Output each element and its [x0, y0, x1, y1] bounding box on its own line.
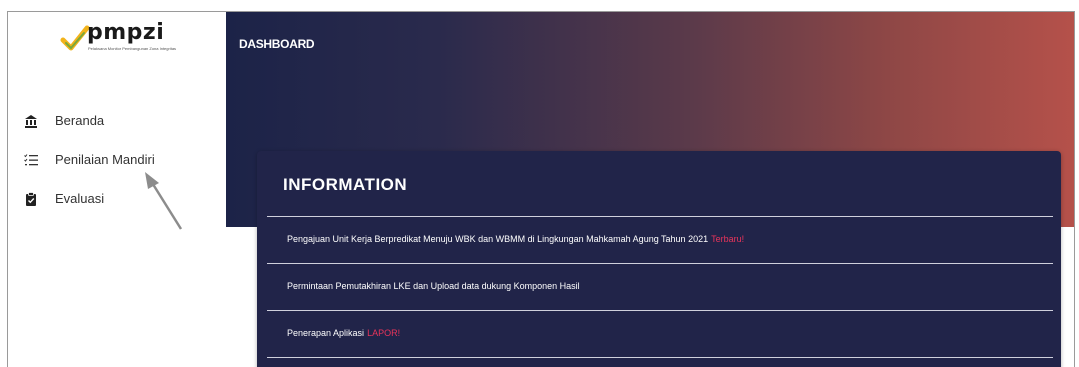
- sidebar-item-penilaian-mandiri[interactable]: Penilaian Mandiri: [8, 148, 226, 172]
- logo-subtitle: Pelaksana Monitor Pembangunan Zona Integ…: [88, 46, 177, 51]
- main-content: DASHBOARD INFORMATION Pengajuan Unit Ker…: [226, 12, 1074, 367]
- lapor-tag: LAPOR!: [367, 328, 401, 338]
- information-item[interactable]: Pengajuan Unit Kerja Berpredikat Menuju …: [267, 217, 1053, 263]
- information-item[interactable]: Penerapan Aplikasi LAPOR!: [267, 311, 1053, 357]
- clipboard-icon: [26, 192, 36, 206]
- sidebar: pmpzi Pelaksana Monitor Pembangunan Zona…: [8, 12, 226, 367]
- logo-text: pmpzi: [87, 20, 165, 45]
- sidebar-item-beranda[interactable]: Beranda: [8, 109, 226, 133]
- information-item-content: Permintaan Pemutakhiran LKE dan Upload d…: [287, 281, 580, 291]
- information-item-text: Permintaan Pemutakhiran LKE dan Upload d…: [287, 281, 580, 291]
- information-item-text: Penerapan Aplikasi: [287, 328, 365, 338]
- logo[interactable]: pmpzi Pelaksana Monitor Pembangunan Zona…: [60, 20, 180, 54]
- sidebar-item-evaluasi[interactable]: Evaluasi: [8, 187, 226, 211]
- sidebar-item-label: Evaluasi: [55, 191, 105, 206]
- information-card: INFORMATION Pengajuan Unit Kerja Berpred…: [257, 151, 1061, 367]
- information-title: INFORMATION: [283, 175, 408, 194]
- divider: [267, 357, 1053, 358]
- logo-check-icon: [60, 25, 90, 51]
- information-item-content: Pengajuan Unit Kerja Berpredikat Menuju …: [287, 234, 744, 244]
- information-item-content: Penerapan Aplikasi LAPOR!: [287, 328, 400, 338]
- new-badge: Terbaru!: [711, 234, 745, 244]
- bank-icon: [25, 115, 37, 128]
- page-title: DASHBOARD: [239, 37, 315, 51]
- sidebar-item-label: Beranda: [55, 113, 105, 128]
- checklist-icon: [24, 154, 38, 166]
- information-item[interactable]: Permintaan Pemutakhiran LKE dan Upload d…: [267, 264, 1053, 310]
- information-item-text: Pengajuan Unit Kerja Berpredikat Menuju …: [287, 234, 709, 244]
- sidebar-item-label: Penilaian Mandiri: [55, 152, 155, 167]
- app-window: pmpzi Pelaksana Monitor Pembangunan Zona…: [7, 11, 1075, 367]
